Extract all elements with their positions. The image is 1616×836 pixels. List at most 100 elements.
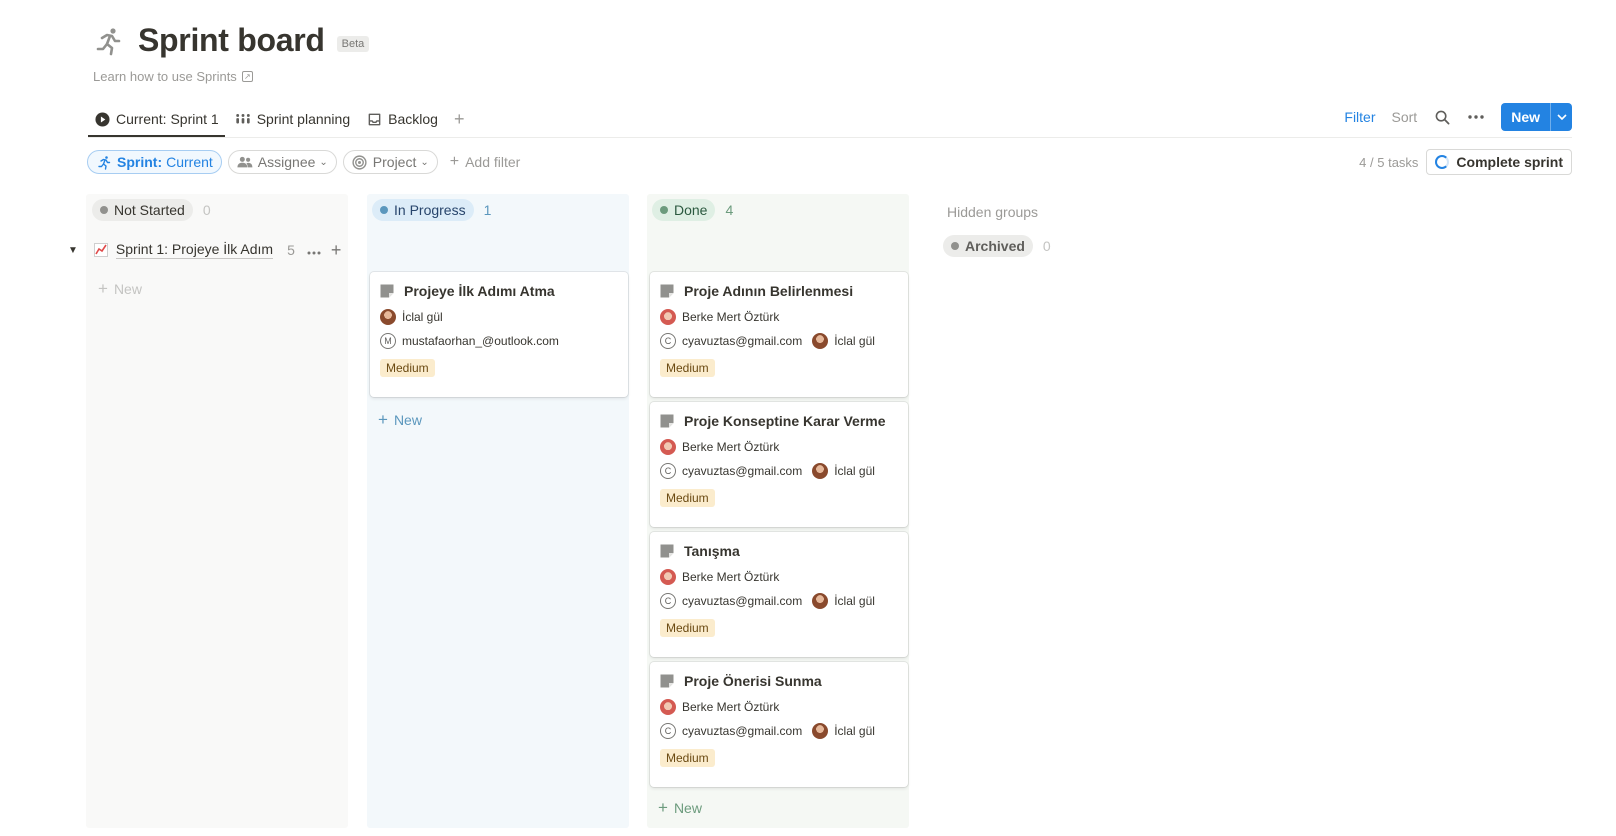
more-options-icon[interactable] bbox=[307, 242, 321, 258]
reviewer-row: C cyavuztas@gmail.com İclal gül bbox=[660, 593, 898, 609]
filter-button[interactable]: Filter bbox=[1344, 109, 1375, 125]
priority-badge: Medium bbox=[660, 359, 715, 377]
new-card-label: New bbox=[113, 281, 142, 297]
more-options-icon[interactable] bbox=[1467, 108, 1485, 126]
card-title: Proje Adının Belirlenmesi bbox=[684, 283, 854, 299]
card-title-row: Proje Önerisi Sunma bbox=[660, 673, 898, 689]
status-label: Done bbox=[674, 202, 708, 218]
new-card-button-in-progress[interactable]: + New bbox=[378, 410, 422, 430]
add-filter-button[interactable]: + Add filter bbox=[450, 153, 521, 171]
chevron-down-icon[interactable] bbox=[1550, 103, 1572, 131]
card-title-row: Tanışma bbox=[660, 543, 898, 559]
task-card[interactable]: Tanışma Berke Mert Öztürk C cyavuztas@gm… bbox=[650, 532, 908, 657]
avatar: M bbox=[380, 333, 396, 349]
second-assignee-name: İclal gül bbox=[834, 334, 875, 348]
new-card-label: New bbox=[673, 800, 702, 816]
new-button[interactable]: New bbox=[1501, 103, 1572, 131]
assignee-row: İclal gül bbox=[380, 309, 618, 325]
status-dot bbox=[100, 206, 108, 214]
column-count: 0 bbox=[1042, 238, 1051, 254]
assignee-row: Berke Mert Öztürk bbox=[660, 699, 898, 715]
avatar bbox=[812, 463, 829, 479]
chart-increasing-icon bbox=[93, 243, 108, 257]
plus-icon: + bbox=[449, 153, 460, 170]
add-view-icon[interactable]: + bbox=[448, 109, 471, 130]
view-actions: Filter Sort New bbox=[1328, 103, 1572, 131]
tab-current-sprint[interactable]: Current: Sprint 1 bbox=[88, 104, 225, 137]
inbox-icon bbox=[366, 111, 382, 127]
running-person-icon bbox=[96, 154, 112, 170]
task-card[interactable]: Proje Konseptine Karar Verme Berke Mert … bbox=[650, 402, 908, 527]
second-assignee-name: İclal gül bbox=[834, 724, 875, 738]
avatar bbox=[380, 309, 396, 325]
plus-icon: + bbox=[658, 798, 668, 817]
assignee-row: Berke Mert Öztürk bbox=[660, 439, 898, 455]
priority-badge: Medium bbox=[660, 619, 715, 637]
search-icon[interactable] bbox=[1433, 108, 1451, 126]
column-header-not-started[interactable]: Not Started 0 bbox=[92, 199, 211, 221]
hidden-group-archived[interactable]: Archived 0 bbox=[943, 235, 1051, 257]
tabs-divider bbox=[88, 137, 1572, 138]
task-count: 4 / 5 tasks bbox=[1359, 154, 1419, 170]
second-assignee-name: İclal gül bbox=[834, 464, 875, 478]
reviewer-row: C cyavuztas@gmail.com İclal gül bbox=[660, 723, 898, 739]
view-tabs: Current: Sprint 1 Sprint planning Backlo… bbox=[88, 104, 471, 137]
avatar bbox=[660, 569, 676, 585]
column-header-in-progress[interactable]: In Progress 1 bbox=[372, 199, 491, 221]
plus-icon: + bbox=[378, 410, 388, 429]
reviewer-email: mustafaorhan_@outlook.com bbox=[402, 334, 559, 348]
new-card-label: New bbox=[393, 412, 422, 428]
avatar bbox=[660, 699, 676, 715]
priority-badge: Medium bbox=[380, 359, 435, 377]
column-header-done[interactable]: Done 4 bbox=[652, 199, 733, 221]
tab-backlog[interactable]: Backlog bbox=[360, 104, 444, 134]
plus-icon: + bbox=[98, 279, 108, 298]
external-link-icon: ↗ bbox=[241, 71, 253, 82]
assignee-row: Berke Mert Öztürk bbox=[660, 569, 898, 585]
new-button-label[interactable]: New bbox=[1501, 103, 1550, 131]
new-card-button-done[interactable]: + New bbox=[658, 798, 702, 818]
status-label: Not Started bbox=[114, 202, 185, 218]
complete-sprint-button[interactable]: Complete sprint bbox=[1426, 149, 1572, 175]
second-assignee-name: İclal gül bbox=[834, 594, 875, 608]
avatar bbox=[812, 593, 829, 609]
task-card[interactable]: Projeye İlk Adımı Atma İclal gül M musta… bbox=[370, 272, 628, 397]
new-card-button-not-started[interactable]: + New bbox=[98, 279, 142, 299]
group-count: 5 bbox=[287, 242, 295, 258]
learn-link[interactable]: Learn how to use Sprints ↗ bbox=[93, 69, 253, 84]
add-icon[interactable]: + bbox=[331, 240, 342, 261]
sprint-summary: 4 / 5 tasks Complete sprint bbox=[1359, 149, 1572, 175]
tab-label: Sprint planning bbox=[256, 111, 351, 127]
status-pill: Not Started bbox=[92, 199, 193, 221]
target-icon bbox=[352, 154, 368, 170]
sort-button[interactable]: Sort bbox=[1392, 109, 1418, 125]
reviewer-email: cyavuztas@gmail.com bbox=[682, 724, 803, 738]
assignee-filter-chip[interactable]: Assignee ⌄ bbox=[227, 150, 337, 174]
sprint-group-row: ▼ Sprint 1: Projeye İlk Adım 5 + bbox=[68, 240, 341, 260]
group-title[interactable]: Sprint 1: Projeye İlk Adım bbox=[115, 241, 274, 259]
task-card[interactable]: Proje Adının Belirlenmesi Berke Mert Özt… bbox=[650, 272, 908, 397]
tab-label: Current: Sprint 1 bbox=[116, 111, 219, 127]
sprint-filter-chip[interactable]: Sprint: Current bbox=[87, 150, 222, 174]
avatar bbox=[660, 439, 676, 455]
page-title: Sprint board bbox=[138, 22, 325, 58]
document-icon bbox=[660, 284, 674, 298]
collapse-triangle-icon[interactable]: ▼ bbox=[68, 245, 78, 256]
people-icon bbox=[237, 154, 253, 170]
chevron-down-icon: ⌄ bbox=[420, 156, 429, 168]
column-count: 4 bbox=[725, 202, 734, 218]
card-title-row: Proje Adının Belirlenmesi bbox=[660, 283, 898, 299]
assignee-filter-label: Assignee bbox=[257, 154, 316, 170]
project-filter-chip[interactable]: Project ⌄ bbox=[342, 150, 438, 174]
tab-sprint-planning[interactable]: Sprint planning bbox=[229, 104, 356, 134]
assignee-name: İclal gül bbox=[402, 310, 443, 324]
avatar: C bbox=[660, 463, 676, 479]
status-dot bbox=[380, 206, 388, 214]
avatar bbox=[812, 333, 829, 349]
sprint-board-page: Sprint board Beta Learn how to use Sprin… bbox=[0, 0, 1616, 836]
running-person-icon[interactable] bbox=[92, 24, 126, 58]
card-title-row: Projeye İlk Adımı Atma bbox=[380, 283, 618, 299]
document-icon bbox=[660, 544, 674, 558]
assignee-row: Berke Mert Öztürk bbox=[660, 309, 898, 325]
task-card[interactable]: Proje Önerisi Sunma Berke Mert Öztürk C … bbox=[650, 662, 908, 787]
